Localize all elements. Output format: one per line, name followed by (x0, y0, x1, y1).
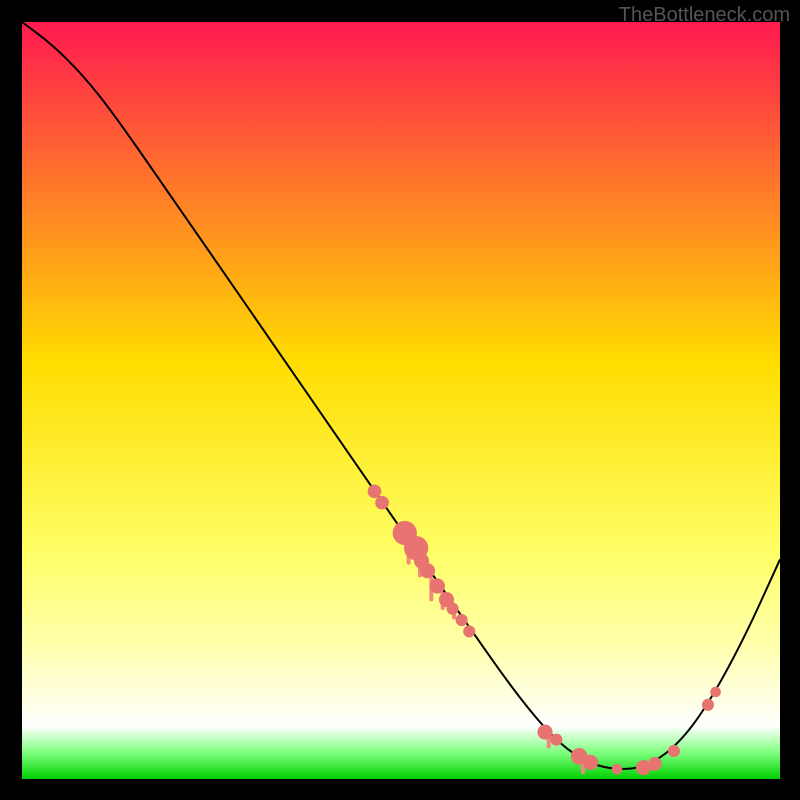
chart-container: TheBottleneck.com (0, 0, 800, 800)
bottleneck-chart (0, 0, 800, 800)
watermark-text: TheBottleneck.com (619, 4, 790, 27)
plot-background (22, 22, 780, 779)
